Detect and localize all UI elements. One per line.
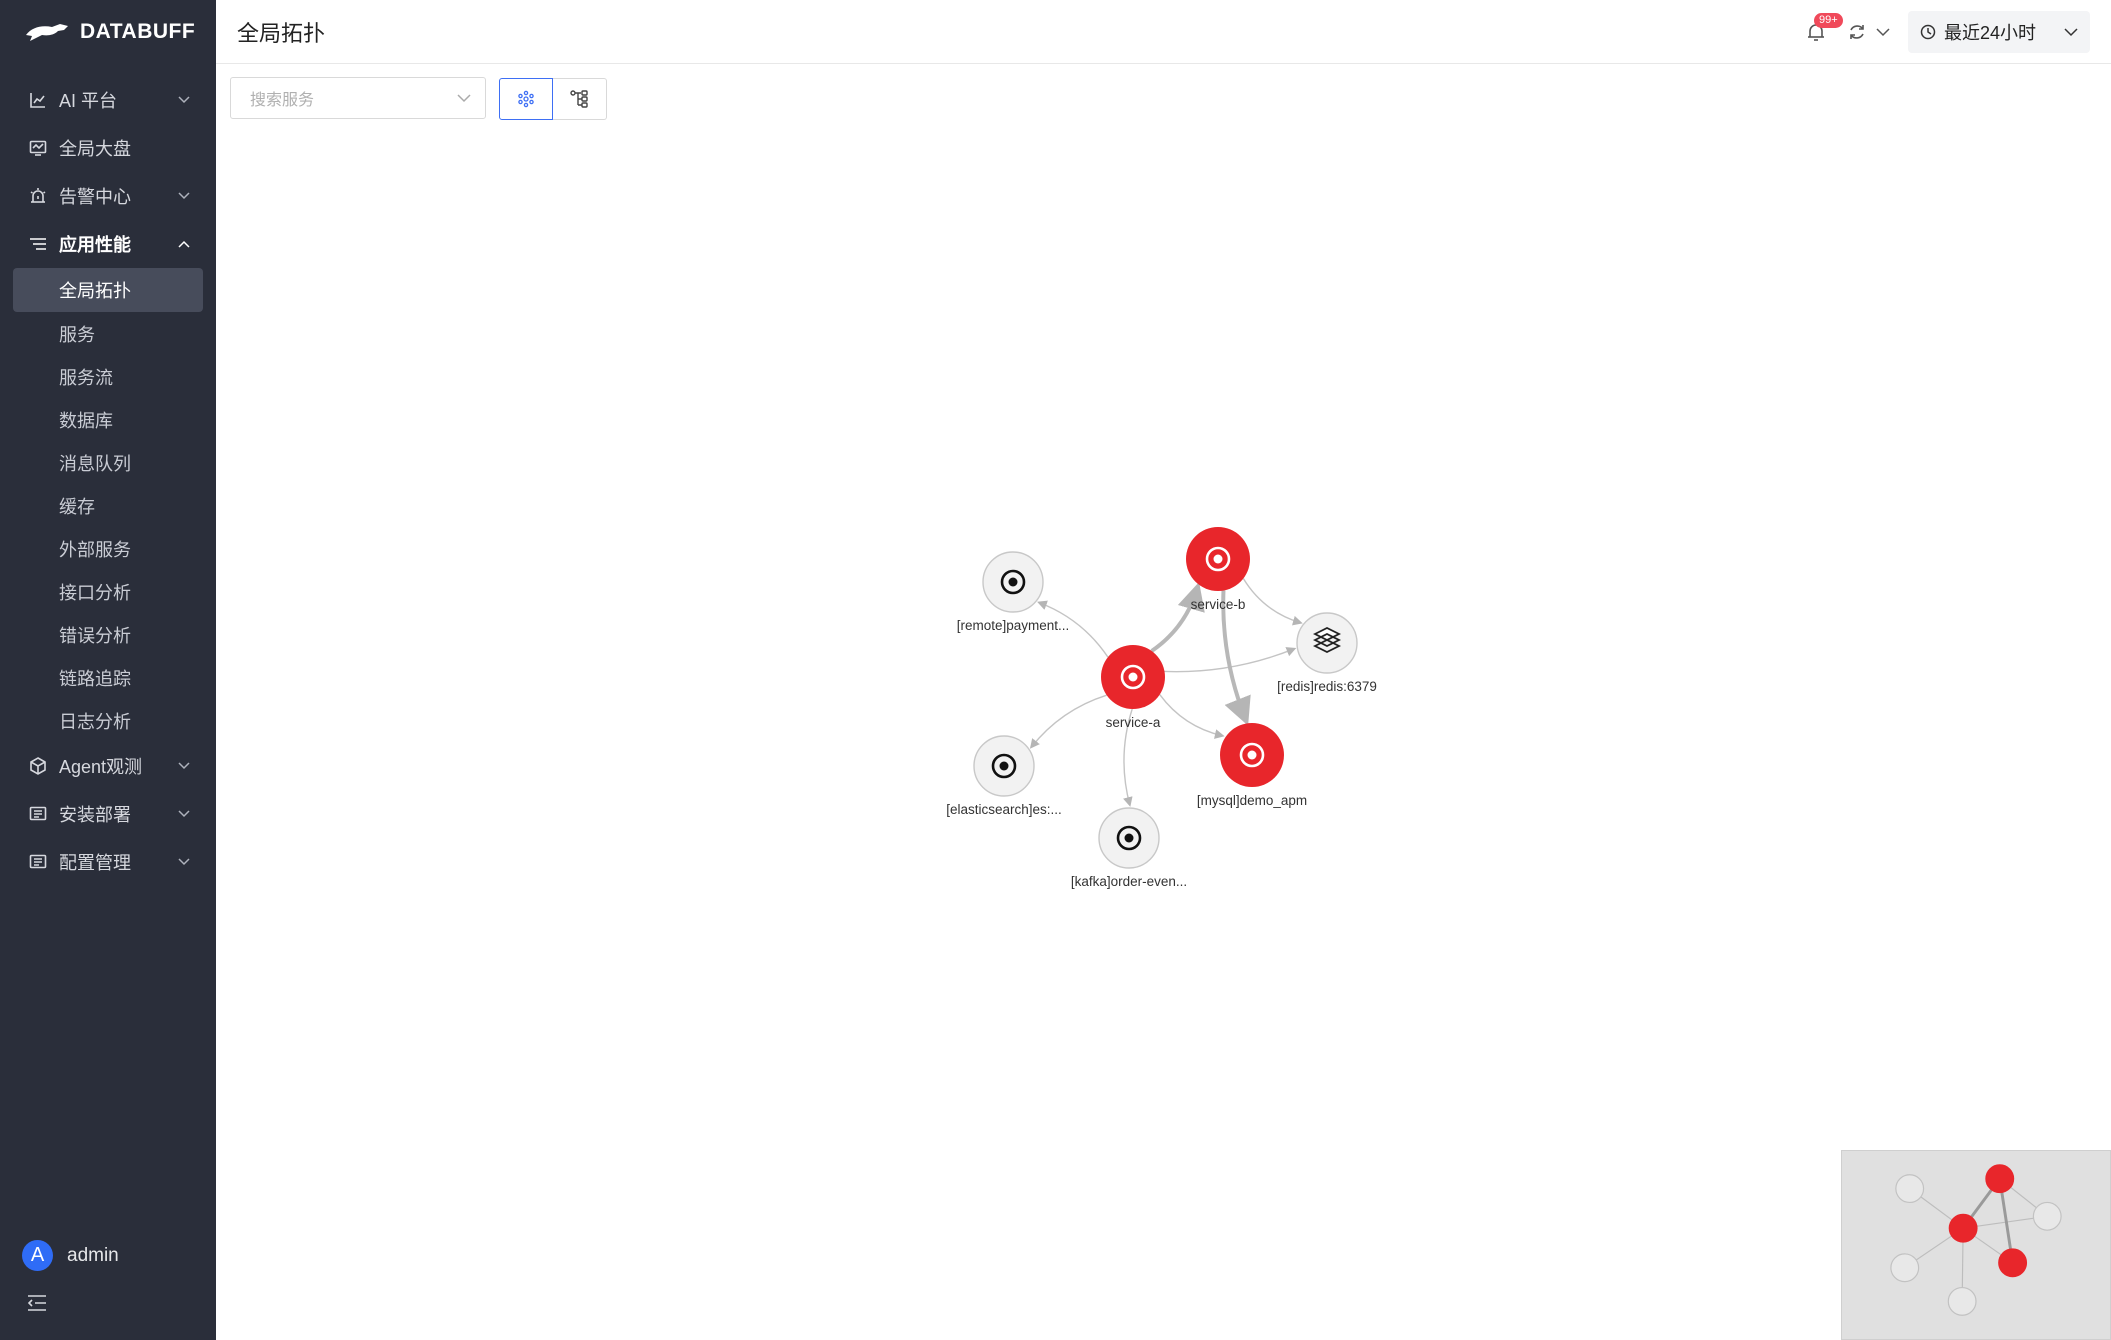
submenu-trace[interactable]: 链路追踪 — [0, 656, 216, 699]
list-box-icon — [28, 804, 48, 824]
submenu-error-analysis[interactable]: 错误分析 — [0, 613, 216, 656]
graph-node-mysql[interactable]: [mysql]demo_apm — [1197, 723, 1307, 808]
minimap-node — [1948, 1213, 1978, 1243]
graph-node-service-b[interactable]: service-b — [1186, 527, 1250, 612]
notification-badge: 99+ — [1814, 13, 1843, 28]
graph-node-redis[interactable]: [redis]redis:6379 — [1277, 612, 1377, 694]
graph-minimap[interactable] — [1841, 1150, 2111, 1340]
notification-button[interactable]: 99+ — [1802, 13, 1843, 46]
chevron-down-icon — [178, 762, 190, 770]
minimap-node — [1998, 1248, 2028, 1278]
node-label: [kafka]order-even... — [1071, 874, 1187, 889]
time-range-label: 最近24小时 — [1944, 23, 2037, 43]
chevron-down-icon — [178, 810, 190, 818]
refresh-control[interactable] — [1848, 23, 1890, 41]
submenu-log-analysis[interactable]: 日志分析 — [0, 699, 216, 742]
time-range-select[interactable]: 最近24小时 — [1908, 11, 2090, 53]
chevron-down-icon — [178, 192, 190, 200]
menu-alert-center[interactable]: 告警中心 — [0, 172, 216, 220]
minimap-node — [2032, 1201, 2062, 1231]
node-label: service-b — [1191, 597, 1246, 612]
chevron-up-icon — [178, 240, 190, 248]
submenu-cache[interactable]: 缓存 — [0, 484, 216, 527]
top-header: 全局拓扑 99+ 最近24小时 — [216, 0, 2111, 64]
brand-logo[interactable]: DATABUFF — [0, 0, 216, 64]
chevron-down-icon — [1876, 27, 1890, 36]
minimap-content — [1890, 1164, 2062, 1316]
user-name: admin — [67, 1244, 119, 1266]
menu-global-dashboard[interactable]: 全局大盘 — [0, 124, 216, 172]
node-label: [redis]redis:6379 — [1277, 679, 1377, 694]
minimap-node — [1890, 1253, 1920, 1283]
minimap-node — [1947, 1286, 1977, 1316]
submenu-service-flow[interactable]: 服务流 — [0, 355, 216, 398]
collapse-sidebar-icon[interactable] — [26, 1293, 48, 1313]
submenu-global-topology[interactable]: 全局拓扑 — [13, 268, 203, 312]
list-box-icon — [28, 852, 48, 872]
node-label: service-a — [1106, 715, 1161, 730]
menu-install-deploy[interactable]: 安装部署 — [0, 790, 216, 838]
avatar: A — [22, 1240, 53, 1271]
menu-ai-platform[interactable]: AI 平台 — [0, 76, 216, 124]
graph-nodes: [remote]payment... service-b [redis]redis:… — [946, 527, 1377, 889]
alarm-icon — [28, 186, 48, 206]
graph-edge — [1159, 694, 1225, 739]
graph-edge — [1029, 694, 1107, 749]
graph-node-service-a[interactable]: service-a — [1101, 645, 1165, 730]
main-menu: AI 平台 全局大盘 告警中心 应用性能 全局拓扑 服务 服务流 数据库 消息队… — [0, 64, 216, 886]
node-label: [mysql]demo_apm — [1197, 793, 1307, 808]
dashboard-icon — [28, 138, 48, 158]
brand-name: DATABUFF — [80, 20, 196, 43]
chevron-down-icon — [2064, 27, 2078, 36]
refresh-icon — [1850, 25, 1864, 39]
chevron-down-icon — [178, 858, 190, 866]
minimap-node — [1985, 1164, 2015, 1194]
user-profile[interactable]: A admin — [22, 1240, 119, 1271]
submenu-api-analysis[interactable]: 接口分析 — [0, 570, 216, 613]
graph-node-elastic[interactable]: [elasticsearch]es:... — [946, 735, 1062, 817]
sidebar: DATABUFF AI 平台 全局大盘 告警中心 应用性能 全局拓扑 服务 服务… — [0, 0, 216, 1340]
graph-node-kafka[interactable]: [kafka]order-even... — [1071, 807, 1187, 889]
cube-icon — [28, 756, 48, 776]
menu-app-performance[interactable]: 应用性能 — [0, 220, 216, 268]
clock-icon — [1920, 24, 1936, 40]
node-circle — [1296, 612, 1358, 674]
menu-agent-observe[interactable]: Agent观测 — [0, 742, 216, 790]
menu-config-manage[interactable]: 配置管理 — [0, 838, 216, 886]
submenu-message-queue[interactable]: 消息队列 — [0, 441, 216, 484]
filter-list-icon — [28, 234, 48, 254]
node-label: [remote]payment... — [957, 618, 1070, 633]
graph-edge — [1242, 578, 1303, 626]
minimap-node — [1895, 1174, 1925, 1204]
header-actions: 99+ 最近24小时 — [1802, 11, 2090, 53]
chart-line-icon — [28, 90, 48, 110]
chevron-down-icon — [178, 96, 190, 104]
page-title: 全局拓扑 — [237, 20, 326, 46]
topology-graph[interactable]: [remote]payment... service-b [redis]redis:… — [216, 65, 2111, 1340]
panther-logo-icon — [26, 24, 68, 41]
submenu-external-service[interactable]: 外部服务 — [0, 527, 216, 570]
submenu-database[interactable]: 数据库 — [0, 398, 216, 441]
submenu-service[interactable]: 服务 — [0, 312, 216, 355]
graph-node-remote[interactable]: [remote]payment... — [957, 551, 1070, 633]
node-label: [elasticsearch]es:... — [946, 802, 1062, 817]
